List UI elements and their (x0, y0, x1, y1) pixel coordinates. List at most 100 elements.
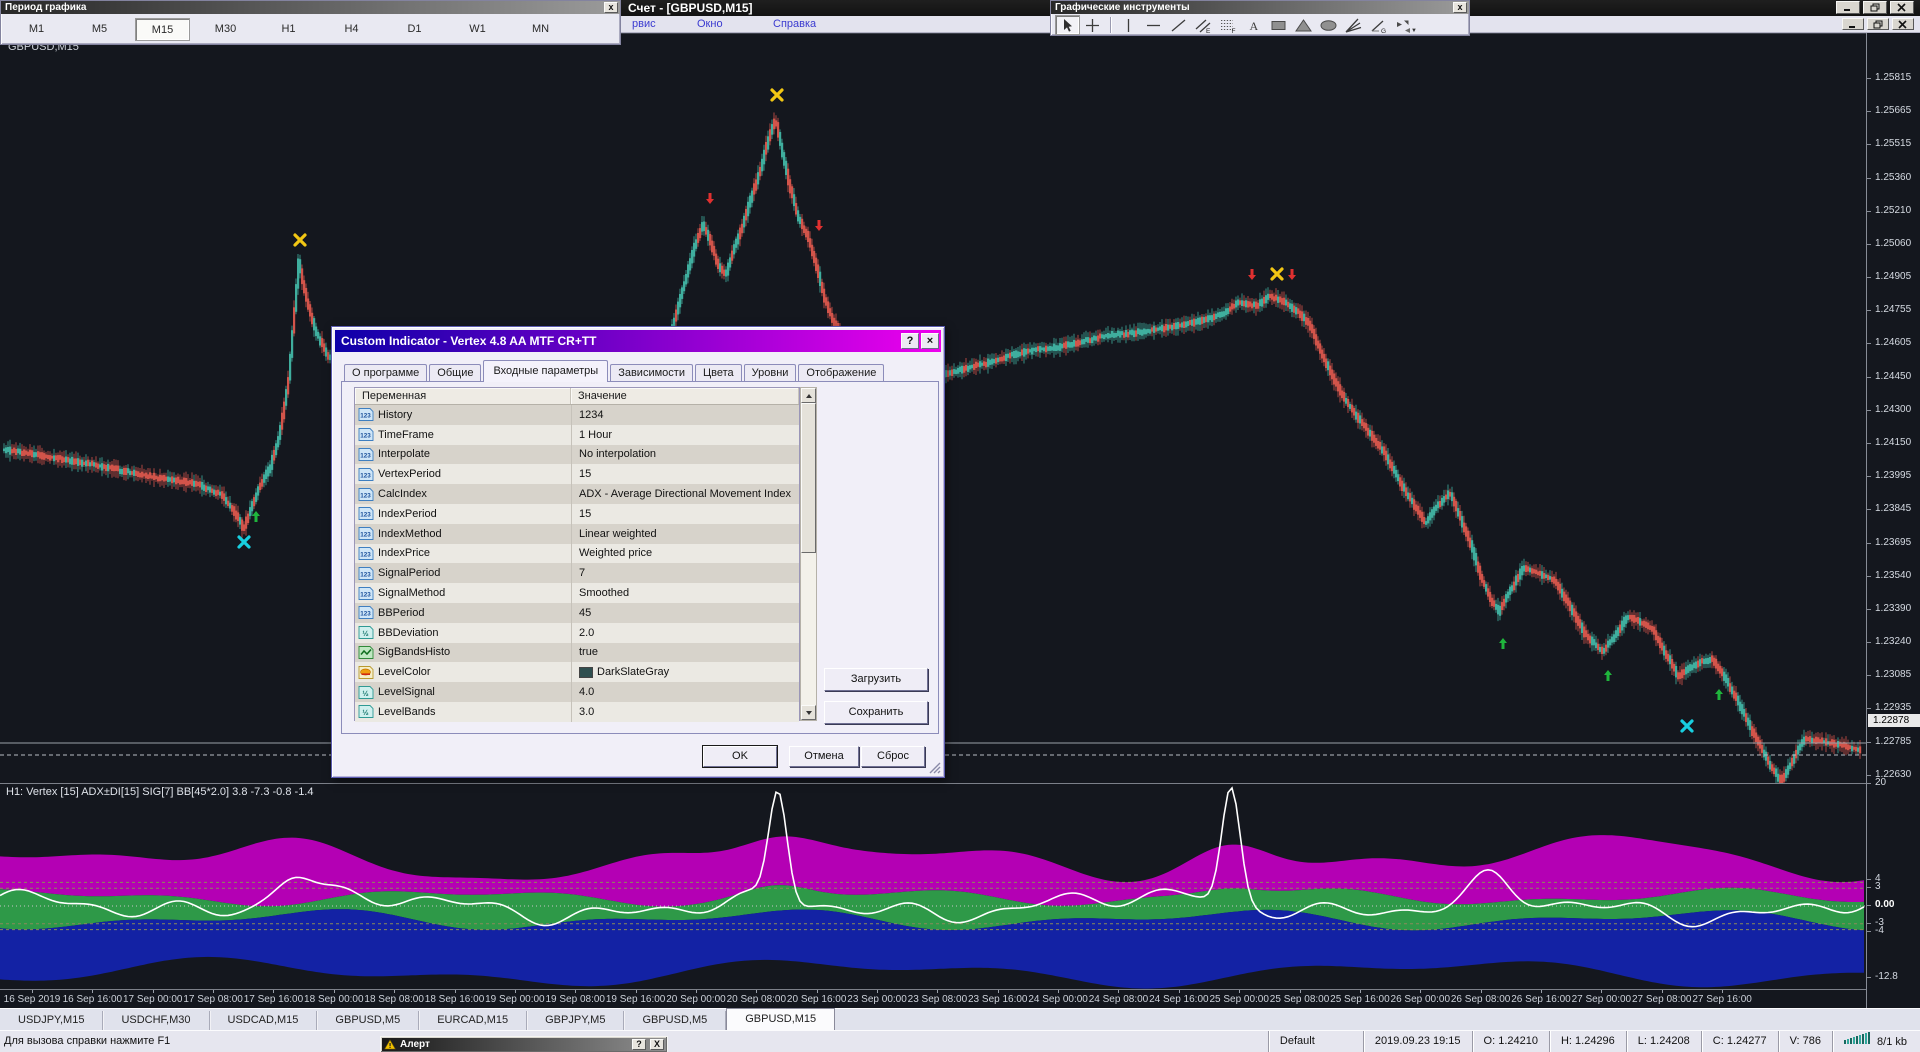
param-table-scrollbar[interactable] (800, 387, 817, 721)
symbol-tab-gbpusd-m15[interactable]: GBPUSD,M15 (726, 1008, 836, 1030)
close-button[interactable] (1890, 1, 1914, 14)
horizontal-line-tool[interactable] (1141, 15, 1166, 35)
period-button-h1[interactable]: H1 (261, 18, 316, 41)
time-tick (695, 990, 697, 993)
symbol-tab-usdcad-m15[interactable]: USDCAD,M15 (210, 1011, 318, 1030)
dialog-tab-0[interactable]: О программе (344, 364, 428, 382)
param-value: 15 (571, 503, 799, 524)
menu-item-0[interactable]: рвис (632, 18, 656, 30)
period-toolbar-titlebar[interactable]: Период графика x (1, 1, 620, 14)
tools-toolbar-window[interactable]: Графические инструменты x E F A G ▼ (1050, 0, 1470, 36)
param-row-IndexMethod[interactable]: 123 IndexMethod Linear weighted (355, 523, 799, 544)
param-row-CalcIndex[interactable]: 123 CalcIndex ADX - Average Directional Mo… (355, 484, 799, 504)
period-button-h4[interactable]: H4 (324, 18, 379, 41)
symbol-tab-usdjpy-m15[interactable]: USDJPY,M15 (0, 1011, 104, 1030)
param-row-BBPeriod[interactable]: 123 BBPeriod 45 (355, 602, 799, 623)
triangle-tool[interactable] (1291, 15, 1316, 35)
resize-grip[interactable] (929, 762, 941, 774)
alert-titlebar[interactable]: Алерт ? X (382, 1038, 666, 1051)
param-row-Interpolate[interactable]: 123 Interpolate No interpolation (355, 444, 799, 465)
menu-item-2[interactable]: Справка (773, 18, 816, 30)
trend-angle-tool[interactable]: G (1366, 15, 1391, 35)
period-toolbar-close-icon[interactable]: x (604, 2, 618, 13)
period-button-m5[interactable]: M5 (72, 18, 127, 41)
menu-item-1[interactable]: Окно (697, 18, 723, 30)
time-label: 17 Sep 16:00 (243, 994, 304, 1005)
chart-minimize-button[interactable] (1842, 18, 1864, 30)
symbol-tab-gbpusd-m5[interactable]: GBPUSD,M5 (317, 1011, 420, 1030)
load-button[interactable]: Загрузить (824, 668, 928, 691)
param-row-History[interactable]: 123 History 1234 (355, 405, 799, 425)
time-tick (997, 990, 999, 993)
minimize-button[interactable] (1836, 1, 1860, 14)
scroll-down-icon[interactable] (801, 705, 816, 720)
alert-help-button[interactable]: ? (632, 1039, 646, 1050)
dialog-tab-3[interactable]: Зависимости (610, 364, 693, 382)
dialog-titlebar[interactable]: Custom Indicator - Vertex 4.8 AA MTF CR+… (335, 330, 941, 352)
param-row-SignalMethod[interactable]: 123 SignalMethod Smoothed (355, 583, 799, 603)
price-axis[interactable]: 1.22878 1.25815 1.25665 1.25515 1.25360 1.25… (1866, 33, 1920, 1008)
reset-button[interactable]: Сброс (861, 746, 925, 767)
column-header-variable[interactable]: Переменная (355, 388, 571, 404)
period-button-m30[interactable]: M30 (198, 18, 253, 41)
alert-close-button[interactable]: X (650, 1039, 664, 1050)
param-row-SignalPeriod[interactable]: 123 SignalPeriod 7 (355, 563, 799, 584)
dialog-tab-1[interactable]: Общие (429, 364, 482, 382)
trendline-tool[interactable] (1166, 15, 1191, 35)
ellipse-tool[interactable] (1316, 15, 1341, 35)
chart-close-button[interactable] (1892, 18, 1914, 30)
symbol-tab-usdchf-m30[interactable]: USDCHF,M30 (103, 1011, 210, 1030)
param-row-TimeFrame[interactable]: 123 TimeFrame 1 Hour (355, 424, 799, 445)
fibonacci-fan-tool[interactable] (1341, 15, 1366, 35)
restore-button[interactable] (1863, 1, 1887, 14)
symbol-tab-eurcad-m15[interactable]: EURCAD,M15 (419, 1011, 528, 1030)
scrollbar-thumb[interactable] (801, 403, 816, 553)
arrows-tool[interactable]: ▼ (1391, 15, 1417, 35)
fibonacci-retracement-tool[interactable]: F (1216, 15, 1241, 35)
dialog-help-button[interactable]: ? (901, 333, 919, 349)
price-label: 1.23240 (1875, 636, 1912, 648)
param-row-LevelBands[interactable]: ½ LevelBands 3.0 (355, 701, 799, 722)
column-header-value[interactable]: Значение (571, 388, 799, 404)
price-tick (1867, 343, 1871, 345)
period-toolbar-window[interactable]: Период графика x M1 M5 M15 M30 H1 H4 D1 W1 MN (0, 0, 621, 45)
ok-button[interactable]: OK (703, 746, 777, 767)
param-row-LevelSignal[interactable]: ½ LevelSignal 4.0 (355, 682, 799, 702)
param-row-IndexPrice[interactable]: 123 IndexPrice Weighted price (355, 543, 799, 564)
cancel-button[interactable]: Отмена (789, 746, 859, 767)
period-button-d1[interactable]: D1 (387, 18, 442, 41)
dialog-tab-2[interactable]: Входные параметры (483, 360, 609, 382)
param-row-SigBandsHisto[interactable]: SigBandsHisto true (355, 642, 799, 663)
dialog-tab-4[interactable]: Цвета (694, 364, 742, 382)
rectangle-tool[interactable] (1266, 15, 1291, 35)
save-button[interactable]: Сохранить (824, 701, 928, 724)
dialog-close-button[interactable]: × (921, 333, 939, 349)
dialog-tab-5[interactable]: Уровни (743, 364, 797, 382)
symbol-tab-gbpjpy-m5[interactable]: GBPJPY,M5 (527, 1011, 625, 1030)
param-row-BBDeviation[interactable]: ½ BBDeviation 2.0 (355, 622, 799, 643)
price-label: 1.25515 (1875, 138, 1912, 150)
chart-restore-button[interactable] (1867, 18, 1889, 30)
text-tool[interactable]: A (1241, 15, 1266, 35)
alert-title: Алерт (400, 1039, 430, 1050)
dialog-tab-6[interactable]: Отображение (798, 364, 885, 382)
tools-toolbar-titlebar[interactable]: Графические инструменты x (1051, 1, 1469, 14)
scroll-up-icon[interactable] (801, 388, 816, 403)
vertical-line-tool[interactable] (1116, 15, 1141, 35)
tools-toolbar-close-icon[interactable]: x (1453, 2, 1467, 13)
period-button-mn[interactable]: MN (513, 18, 568, 41)
equidistant-channel-tool[interactable]: E (1191, 15, 1216, 35)
period-button-w1[interactable]: W1 (450, 18, 505, 41)
tools-toolbar-title: Графические инструменты (1055, 2, 1190, 13)
symbol-tab-gbpusd-m5[interactable]: GBPUSD,M5 (624, 1011, 727, 1030)
period-button-m1[interactable]: M1 (9, 18, 64, 41)
alert-popup[interactable]: Алерт ? X (380, 1036, 668, 1052)
status-profile[interactable]: Default (1267, 1031, 1363, 1052)
cursor-tool[interactable] (1055, 15, 1080, 35)
indicator-properties-dialog[interactable]: Custom Indicator - Vertex 4.8 AA MTF CR+… (331, 326, 945, 778)
param-row-VertexPeriod[interactable]: 123 VertexPeriod 15 (355, 464, 799, 485)
param-row-LevelColor[interactable]: LevelColor DarkSlateGray (355, 662, 799, 683)
crosshair-tool[interactable] (1080, 15, 1105, 35)
param-row-IndexPeriod[interactable]: 123 IndexPeriod 15 (355, 503, 799, 524)
period-button-m15[interactable]: M15 (135, 18, 190, 41)
